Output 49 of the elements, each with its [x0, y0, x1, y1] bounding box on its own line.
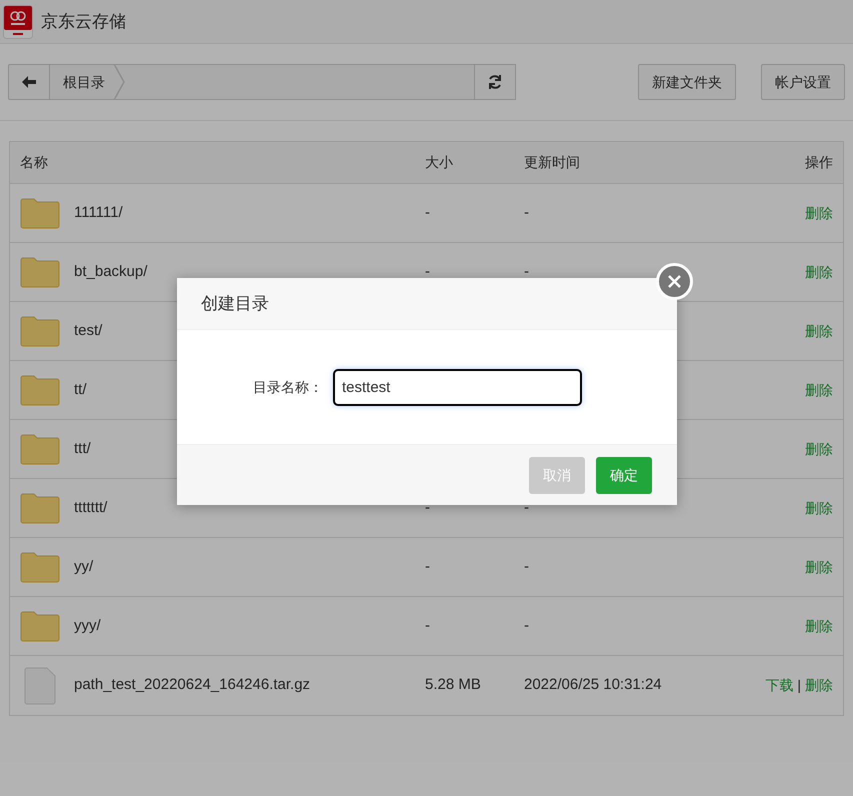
table-cell: - [425, 558, 430, 575]
table-cell: - [425, 616, 430, 634]
file-name[interactable]: bt_backup/ [74, 260, 148, 284]
file-name[interactable]: path_test_20220624_164246.tar.gz [74, 674, 310, 697]
table-cell: 2022/06/25 10:31:24 [524, 676, 662, 694]
table-cell: - [524, 498, 529, 516]
back-button[interactable] [8, 64, 50, 100]
file-name[interactable]: tt/ [74, 378, 87, 402]
folder-icon [20, 374, 60, 406]
input-field[interactable]: testtest [333, 368, 582, 406]
column-header: 大小 [424, 153, 454, 172]
table-cell: - [524, 262, 529, 280]
table-cell: - [425, 262, 430, 280]
table-cell: - [524, 204, 529, 221]
close-icon [668, 275, 681, 288]
file-name[interactable]: test/ [74, 320, 102, 342]
file-icon [23, 666, 57, 704]
column-header: 操作 [804, 153, 834, 172]
table-cell: - [425, 498, 430, 516]
back-arrow-icon [22, 76, 36, 88]
logo-icon [3, 4, 33, 38]
file-name[interactable]: ttttttt/ [74, 496, 108, 520]
refresh-icon [487, 74, 503, 90]
dialog-title: 创建目录 [201, 292, 269, 315]
column-header: 更新时间 [523, 153, 581, 172]
folder-icon [20, 610, 60, 642]
table-cell: - [524, 616, 529, 634]
app-title: 京东云存储 [41, 10, 126, 33]
toolbar-button[interactable]: 帐户设置 [761, 64, 845, 100]
folder-icon [20, 256, 60, 288]
file-name[interactable]: ttt/ [74, 438, 91, 460]
folder-icon [20, 492, 60, 524]
file-name[interactable]: yyy/ [74, 614, 101, 638]
separator: | [797, 676, 801, 695]
table-cell: - [425, 204, 430, 221]
column-header: 名称 [19, 153, 49, 172]
toolbar-button[interactable]: 新建文件夹 [638, 64, 736, 100]
field-label: 目录名称： [253, 378, 323, 396]
close-button[interactable] [656, 263, 693, 300]
file-name[interactable]: yy/ [74, 556, 94, 578]
file-name[interactable]: 111111/ [74, 202, 123, 224]
table-cell: - [524, 558, 529, 575]
breadcrumb-item[interactable]: 根目录 [50, 72, 113, 92]
table-cell: 5.28 MB [425, 676, 481, 694]
folder-icon [20, 433, 60, 465]
folder-icon [20, 197, 60, 229]
refresh-button[interactable] [474, 64, 516, 100]
folder-icon [20, 551, 60, 583]
folder-icon [20, 315, 60, 347]
